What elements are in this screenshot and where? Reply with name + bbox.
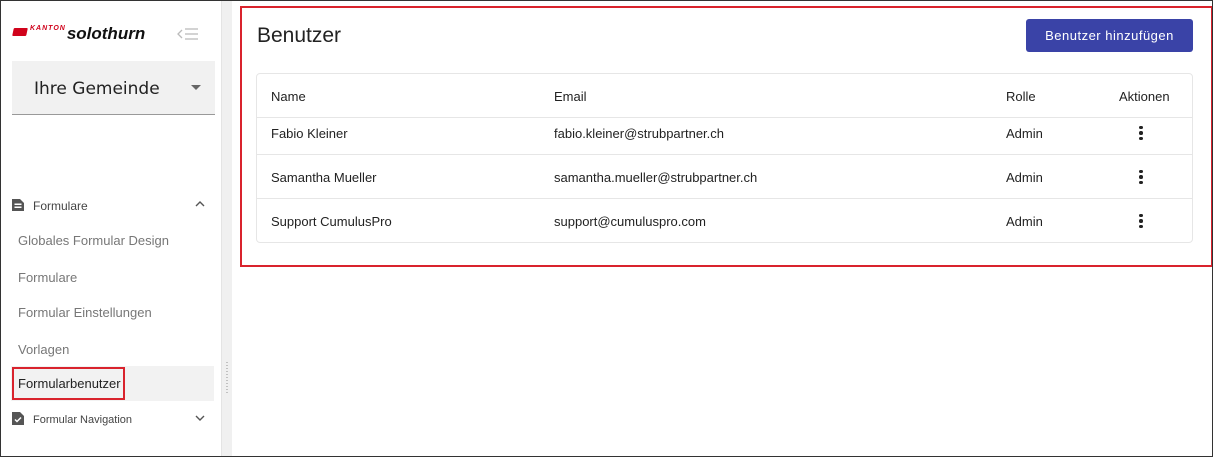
sidebar-item-label: Formularbenutzer <box>18 376 121 391</box>
chevron-down-icon[interactable] <box>194 412 206 427</box>
kanton-solothurn-logo[interactable]: KANTON solothurn <box>12 23 146 45</box>
sidebar-item-formular-einstellungen[interactable]: Formular Einstellungen <box>18 305 152 320</box>
user-name: Samantha Mueller <box>271 169 377 185</box>
municipality-select[interactable]: Ihre Gemeinde <box>12 61 215 115</box>
user-role: Admin <box>1006 125 1043 141</box>
row-actions-button[interactable] <box>1129 111 1153 155</box>
user-role: Admin <box>1006 213 1043 229</box>
caret-down-icon <box>190 85 201 90</box>
user-email: support@cumuluspro.com <box>554 213 706 229</box>
row-actions-button[interactable] <box>1129 155 1153 199</box>
more-vert-icon <box>1139 213 1143 229</box>
more-vert-icon <box>1139 169 1143 185</box>
user-role: Admin <box>1006 169 1043 185</box>
user-name: Fabio Kleiner <box>271 125 348 141</box>
page-title: Benutzer <box>257 24 342 47</box>
drag-handle-icon[interactable] <box>225 361 229 395</box>
chevron-up-icon[interactable] <box>194 198 206 213</box>
sidebar-item-formulare[interactable]: Formulare <box>18 270 77 285</box>
logo-name-text: solothurn <box>66 24 146 43</box>
document-icon <box>11 198 25 215</box>
table-row[interactable]: Samantha Mueller samantha.mueller@strubp… <box>257 155 1192 199</box>
user-email: fabio.kleiner@strubpartner.ch <box>554 125 725 141</box>
table-row[interactable]: Fabio Kleiner fabio.kleiner@strubpartner… <box>257 111 1192 155</box>
document-check-icon <box>11 411 25 429</box>
logo-kanton-text: KANTON <box>30 24 66 32</box>
sidebar-item-formularbenutzer[interactable]: Formularbenutzer <box>12 367 125 400</box>
table-row[interactable]: Support CumulusPro support@cumuluspro.co… <box>257 199 1192 243</box>
users-table: Name Email Rolle Aktionen Fabio Kleiner … <box>256 73 1193 243</box>
sidebar-section-formulare[interactable]: Formulare <box>11 196 206 216</box>
collapse-menu-icon[interactable] <box>176 25 202 43</box>
row-actions-button[interactable] <box>1129 199 1153 243</box>
sidebar-section-label: Formulare <box>33 199 88 213</box>
sidebar-item-vorlagen[interactable]: Vorlagen <box>18 342 69 357</box>
municipality-dropdown-button[interactable] <box>176 61 215 114</box>
sidebar-section-label: Formular Navigation <box>33 414 133 426</box>
sidebar-resize-splitter[interactable] <box>221 1 232 456</box>
user-name: Support CumulusPro <box>271 213 392 229</box>
more-vert-icon <box>1139 125 1143 141</box>
municipality-select-value: Ihre Gemeinde <box>34 79 160 99</box>
sidebar-section-formular-navigation[interactable]: Formular Navigation <box>11 410 206 430</box>
sidebar-item-globales-formular-design[interactable]: Globales Formular Design <box>18 233 169 248</box>
add-user-button[interactable]: Benutzer hinzufügen <box>1026 19 1193 52</box>
user-email: samantha.mueller@strubpartner.ch <box>554 169 758 185</box>
flag-icon <box>12 28 28 36</box>
